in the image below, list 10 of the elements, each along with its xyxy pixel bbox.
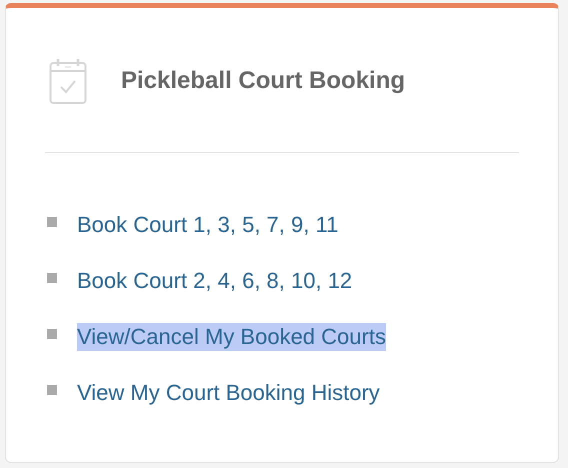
bullet-icon bbox=[47, 217, 57, 227]
calendar-check-icon bbox=[49, 57, 87, 105]
bullet-icon bbox=[47, 273, 57, 283]
menu-link[interactable]: View/Cancel My Booked Courts bbox=[77, 323, 386, 351]
menu-link[interactable]: Book Court 2, 4, 6, 8, 10, 12 bbox=[77, 267, 352, 295]
card-title: Pickleball Court Booking bbox=[121, 67, 406, 95]
menu-link[interactable]: Book Court 1, 3, 5, 7, 9, 11 bbox=[77, 211, 338, 239]
bullet-icon bbox=[47, 385, 57, 395]
menu-link[interactable]: View My Court Booking History bbox=[77, 379, 380, 407]
bullet-icon bbox=[47, 329, 57, 339]
